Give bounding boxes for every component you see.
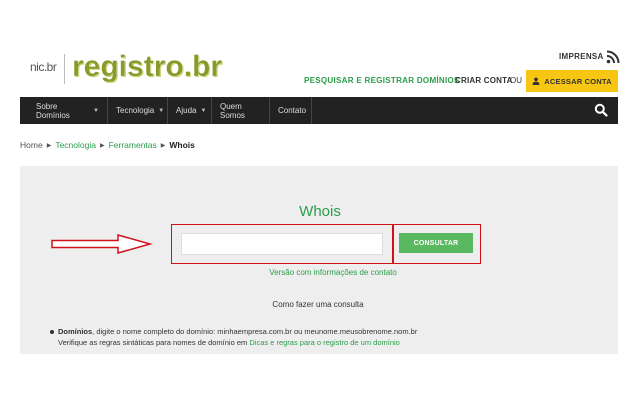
imprensa-link[interactable]: IMPRENSA <box>559 52 604 61</box>
rss-icon[interactable] <box>606 50 620 64</box>
nav-label: Contato <box>278 106 307 115</box>
bullet-text: , digite o nome completo do domínio: min… <box>92 327 418 336</box>
breadcrumb-separator-icon: ▶ <box>99 142 105 149</box>
ou-text: OU <box>510 76 522 85</box>
nav-label: Ajuda <box>176 106 197 115</box>
nav-label: Tecnologia <box>116 106 155 115</box>
breadcrumb-home[interactable]: Home <box>20 140 43 150</box>
red-arrow-icon <box>51 234 153 254</box>
bullet-term: Domínios <box>58 327 93 336</box>
breadcrumb-separator-icon: ▶ <box>160 142 166 149</box>
acessar-conta-button[interactable]: ACESSAR CONTA <box>526 70 618 92</box>
chevron-down-icon: ▼ <box>158 107 165 114</box>
criar-conta-link[interactable]: CRIAR CONTA <box>455 76 513 85</box>
page-title: Whois <box>299 203 341 220</box>
breadcrumb-current: Whois <box>169 140 195 150</box>
dicas-regras-link[interactable]: Dicas e regras para o registro de um dom… <box>249 338 400 347</box>
pesquisar-registrar-link[interactable]: PESQUISAR E REGISTRAR DOMÍNIOS <box>304 76 460 85</box>
highlight-box-input <box>171 224 393 264</box>
nic-logo[interactable]: nic.br <box>30 60 57 74</box>
logo-divider <box>64 54 65 84</box>
breadcrumb: Home ▶ Tecnologia ▶ Ferramentas ▶ Whois <box>20 140 195 150</box>
versao-contato-link[interactable]: Versão com informações de contato <box>0 268 640 277</box>
nav-item-contato[interactable]: Contato <box>270 97 312 124</box>
chevron-down-icon: ▼ <box>93 107 99 114</box>
como-fazer-consulta: Como fazer uma consulta <box>272 300 364 309</box>
breadcrumb-tecnologia[interactable]: Tecnologia <box>55 140 96 150</box>
search-icon[interactable] <box>594 103 608 117</box>
chevron-down-icon: ▼ <box>200 107 207 114</box>
nav-item-tecnologia[interactable]: Tecnologia ▼ <box>108 97 168 124</box>
nav-item-sobre-dominios[interactable]: Sobre Domínios ▼ <box>20 97 108 124</box>
instructions-list: Domínios, digite o nome completo do domí… <box>50 326 417 348</box>
main-navbar: Sobre Domínios ▼ Tecnologia ▼ Ajuda ▼ Qu… <box>20 97 618 124</box>
nav-label: Quem Somos <box>220 101 245 120</box>
acessar-conta-label: ACESSAR CONTA <box>544 76 612 86</box>
list-item: Domínios, digite o nome completo do domí… <box>50 326 417 337</box>
bullet-icon <box>50 330 54 335</box>
registro-logo[interactable]: registro.br <box>72 50 222 84</box>
breadcrumb-separator-icon: ▶ <box>46 142 52 149</box>
user-icon <box>532 77 540 85</box>
highlight-box-button <box>393 224 481 264</box>
bullet-text-prefix: Verifique as regras sintáticas para nome… <box>58 338 250 347</box>
list-item-continuation: Verifique as regras sintáticas para nome… <box>50 337 417 348</box>
breadcrumb-ferramentas[interactable]: Ferramentas <box>109 140 157 150</box>
nav-item-ajuda[interactable]: Ajuda ▼ <box>168 97 212 124</box>
nav-label: Sobre Domínios <box>36 101 70 120</box>
nav-item-quem-somos[interactable]: Quem Somos <box>212 97 270 124</box>
